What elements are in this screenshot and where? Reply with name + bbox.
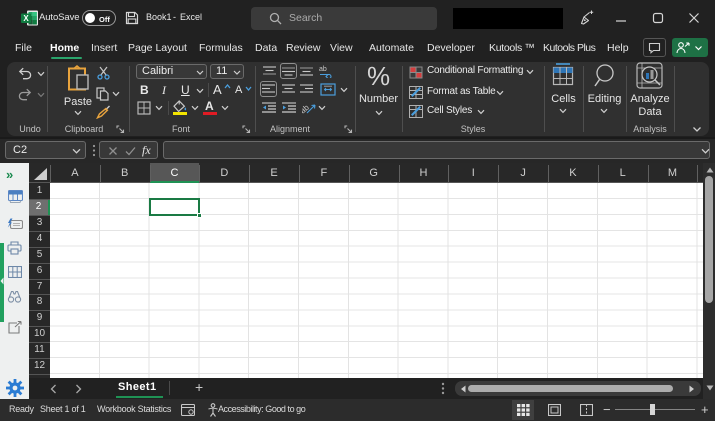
svg-text:X: X — [23, 14, 29, 23]
svg-text:ab: ab — [319, 66, 327, 73]
svg-text:ab: ab — [302, 102, 311, 115]
